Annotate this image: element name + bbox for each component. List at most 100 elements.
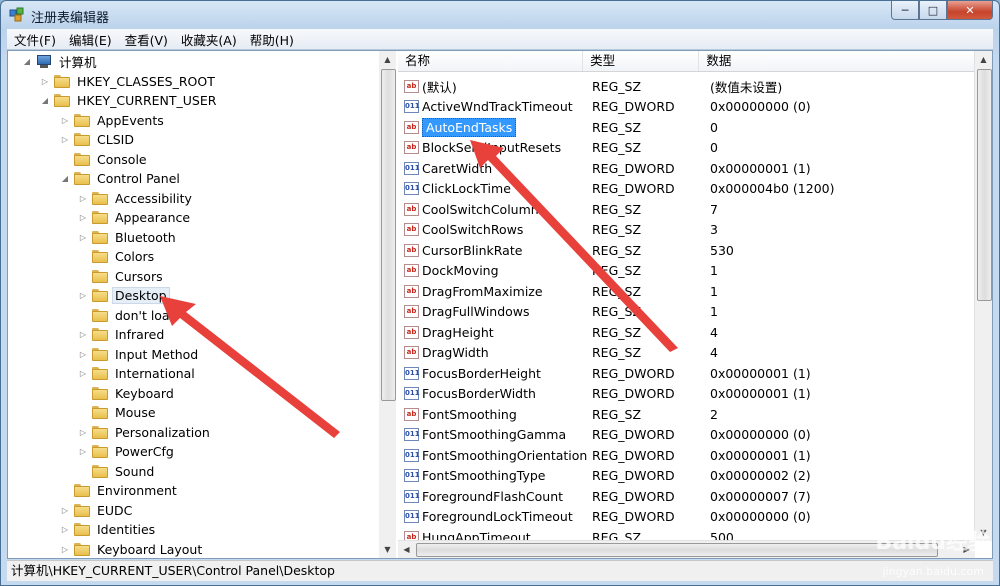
tree-node-label[interactable]: Appearance <box>112 209 193 226</box>
tree-node[interactable]: ▷ CLSID <box>60 130 137 149</box>
maximize-button[interactable]: □ <box>919 1 947 20</box>
tree-node-label[interactable]: 计算机 <box>56 51 100 72</box>
collapsed-triangle-icon[interactable]: ▷ <box>78 427 88 437</box>
tree-node[interactable]: ◢ HKEY_CURRENT_USER <box>40 91 219 110</box>
tree-node-label[interactable]: Infrared <box>112 326 167 343</box>
tree-node-label[interactable]: EUDC <box>94 502 135 519</box>
menu-favorites[interactable]: 收藏夹(A) <box>174 30 243 49</box>
value-name[interactable]: ClickLockTime <box>422 181 511 196</box>
value-name[interactable]: AutoEndTasks <box>422 117 517 137</box>
collapsed-triangle-icon[interactable]: ▷ <box>78 330 88 340</box>
value-name[interactable]: DockMoving <box>422 263 499 278</box>
value-row[interactable]: 011 FontSmoothingGamma REG_DWORD 0x00000000… <box>398 425 964 445</box>
tree-node[interactable]: ▷ Appearance <box>78 208 193 227</box>
expanded-triangle-icon[interactable]: ◢ <box>22 57 32 67</box>
value-row[interactable]: ab DragFullWindows REG_SZ 1 <box>398 302 964 322</box>
tree-node-label[interactable]: International <box>112 365 198 382</box>
list-hscroll-thumb[interactable] <box>416 543 938 557</box>
tree-scroll-thumb[interactable] <box>381 69 396 401</box>
value-row[interactable]: 011 CaretWidth REG_DWORD 0x00000001 (1) <box>398 158 964 178</box>
tree-node[interactable]: ▷ Accessibility <box>78 189 195 208</box>
tree-node-label[interactable]: CLSID <box>94 131 137 148</box>
tree-node[interactable]: ▷ PowerCfg <box>78 442 177 461</box>
tree-node-label[interactable]: Mouse <box>112 404 159 421</box>
value-row[interactable]: 011 FocusBorderWidth REG_DWORD 0x00000001 (… <box>398 384 964 404</box>
value-row[interactable]: 011 FontSmoothingOrientation REG_DWORD 0x00… <box>398 445 964 465</box>
value-row[interactable]: ab CoolSwitchColumns REG_SZ 7 <box>398 199 964 219</box>
collapsed-triangle-icon[interactable]: ▷ <box>40 76 50 86</box>
tree-node[interactable]: ▷ International <box>78 364 198 383</box>
scroll-left-icon[interactable]: ◀ <box>398 541 415 558</box>
value-name[interactable]: CoolSwitchRows <box>422 222 523 237</box>
collapsed-triangle-icon[interactable]: ▷ <box>78 232 88 242</box>
menu-edit[interactable]: 编辑(E) <box>62 30 118 49</box>
title-bar[interactable]: 注册表编辑器 ─ □ ✕ <box>1 1 999 29</box>
tree-node[interactable]: ◢ 计算机 <box>22 52 100 71</box>
tree-node-label[interactable]: Accessibility <box>112 190 195 207</box>
value-name[interactable]: FocusBorderHeight <box>422 366 541 381</box>
tree-node-label[interactable]: AppEvents <box>94 112 167 129</box>
scroll-up-icon[interactable]: ▲ <box>379 51 396 68</box>
value-row[interactable]: ab CoolSwitchRows REG_SZ 3 <box>398 220 964 240</box>
tree-node-label[interactable]: Sound <box>112 463 157 480</box>
tree-node-label[interactable]: Colors <box>112 248 157 265</box>
tree-node[interactable]: ▷ Desktop <box>78 286 170 305</box>
tree-node-label[interactable]: Cursors <box>112 268 166 285</box>
value-name[interactable]: FocusBorderWidth <box>422 386 536 401</box>
tree-node[interactable]: ▷ Bluetooth <box>78 228 179 247</box>
tree-node-label[interactable]: Console <box>94 151 150 168</box>
value-list[interactable]: 名称 类型 数据 ab (默认) REG_SZ (数值未设置) 011 ActiveWnd… <box>398 51 992 558</box>
tree-node-label[interactable]: don't load <box>112 307 181 324</box>
value-name[interactable]: CoolSwitchColumns <box>422 202 545 217</box>
tree-node-label[interactable]: Identities <box>94 521 158 538</box>
minimize-button[interactable]: ─ <box>891 1 919 20</box>
tree-scrollbar[interactable]: ▲ ▼ <box>379 51 396 558</box>
value-row[interactable]: ab AutoEndTasks REG_SZ 0 <box>398 117 964 137</box>
value-name[interactable]: CursorBlinkRate <box>422 243 522 258</box>
tree-node[interactable]: ▷ AppEvents <box>60 111 167 130</box>
value-name[interactable]: FontSmoothing <box>422 407 517 422</box>
tree-node[interactable]: ▷ Infrared <box>78 325 167 344</box>
tree-node-label[interactable]: Desktop <box>112 287 170 304</box>
tree-node-label[interactable]: Keyboard <box>112 385 177 402</box>
value-name[interactable]: DragFromMaximize <box>422 284 543 299</box>
expanded-triangle-icon[interactable]: ◢ <box>60 174 70 184</box>
collapsed-triangle-icon[interactable]: ▷ <box>60 525 70 535</box>
scroll-up-icon[interactable]: ▲ <box>975 51 992 68</box>
tree-node-label[interactable]: PowerCfg <box>112 443 177 460</box>
value-row[interactable]: 011 ClickLockTime REG_DWORD 0x000004b0 (120… <box>398 179 964 199</box>
tree-node-label[interactable]: Keyboard Layout <box>94 541 205 558</box>
value-name[interactable]: ForegroundLockTimeout <box>422 509 573 524</box>
value-name[interactable]: DragHeight <box>422 325 494 340</box>
collapsed-triangle-icon[interactable]: ▷ <box>78 369 88 379</box>
tree-node-label[interactable]: Input Method <box>112 346 201 363</box>
collapsed-triangle-icon[interactable]: ▷ <box>60 135 70 145</box>
value-name[interactable]: CaretWidth <box>422 161 492 176</box>
value-name[interactable]: ActiveWndTrackTimeout <box>422 99 573 114</box>
value-row[interactable]: ab DragWidth REG_SZ 4 <box>398 343 964 363</box>
tree-node[interactable]: Environment <box>60 481 180 500</box>
column-header-data[interactable]: 数据 <box>699 51 975 71</box>
key-tree[interactable]: ◢ 计算机 ▷ HKEY_CLASSES_ROOT ◢ HKEY_CURRENT_USER… <box>8 51 396 558</box>
tree-node[interactable]: ▷ Identities <box>60 520 158 539</box>
tree-node[interactable]: ▷ HKEY_CLASSES_ROOT <box>40 72 218 91</box>
value-name[interactable]: FontSmoothingOrientation <box>422 448 587 463</box>
menu-file[interactable]: 文件(F) <box>7 30 62 49</box>
value-name[interactable]: FontSmoothingType <box>422 468 546 483</box>
collapsed-triangle-icon[interactable]: ▷ <box>78 193 88 203</box>
column-header-type[interactable]: 类型 <box>583 51 700 71</box>
tree-node[interactable]: ▷ EUDC <box>60 501 135 520</box>
tree-node[interactable]: Keyboard <box>78 384 177 403</box>
close-button[interactable]: ✕ <box>947 1 993 20</box>
value-row[interactable]: 011 ActiveWndTrackTimeout REG_DWORD 0x00000… <box>398 97 964 117</box>
value-row[interactable]: ab BlockSendInputResets REG_SZ 0 <box>398 138 964 158</box>
tree-node[interactable]: Console <box>60 150 150 169</box>
collapsed-triangle-icon[interactable]: ▷ <box>60 115 70 125</box>
tree-node[interactable]: ◢ Control Panel <box>60 169 183 188</box>
tree-node[interactable]: Mouse <box>78 403 159 422</box>
value-row[interactable]: 011 FocusBorderHeight REG_DWORD 0x00000001 … <box>398 363 964 383</box>
value-name[interactable]: BlockSendInputResets <box>422 140 561 155</box>
tree-node-label[interactable]: Environment <box>94 482 180 499</box>
value-row[interactable]: 011 FontSmoothingType REG_DWORD 0x00000002 … <box>398 466 964 486</box>
collapsed-triangle-icon[interactable]: ▷ <box>78 447 88 457</box>
